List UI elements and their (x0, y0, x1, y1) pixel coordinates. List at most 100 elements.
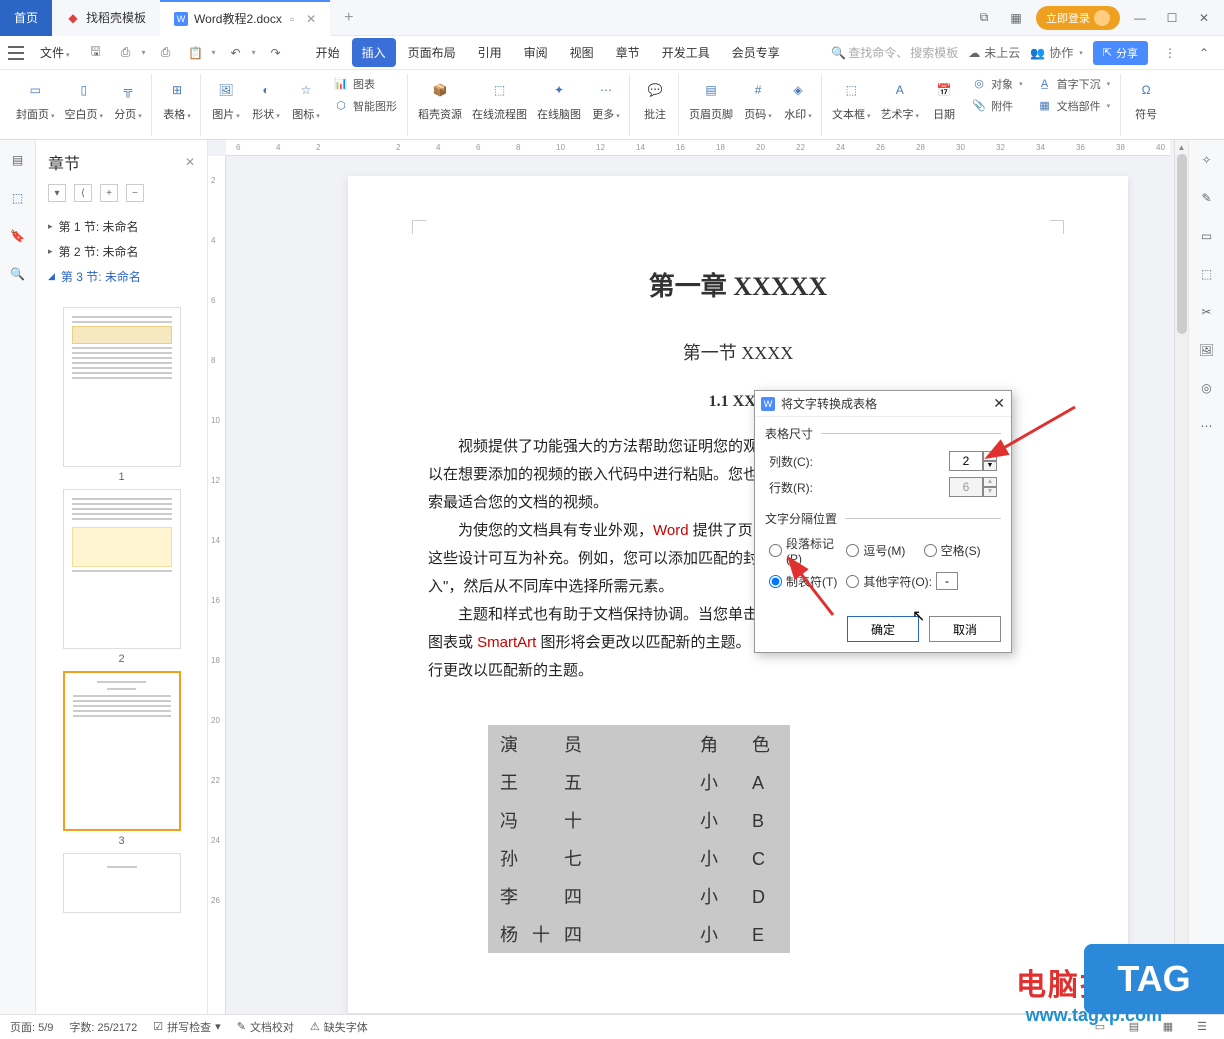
mindmap-button[interactable]: ✦在线脑图 (535, 74, 583, 124)
page-break-button[interactable]: ╦分页▾ (111, 74, 145, 124)
ribbon-tab-view[interactable]: 视图 (560, 38, 604, 67)
share-button[interactable]: ⇱ 分享 (1093, 41, 1148, 65)
ribbon-tab-member[interactable]: 会员专享 (722, 38, 790, 67)
cloud-status[interactable]: ☁ 未上云 (968, 44, 1020, 61)
other-char-input[interactable] (936, 572, 958, 590)
thumb-4[interactable] (63, 853, 181, 913)
view-mode-outline-icon[interactable]: ☰ (1190, 1015, 1214, 1039)
ribbon-tab-insert[interactable]: 插入 (352, 38, 396, 67)
textbox-button[interactable]: ⬚文本框▾ (830, 74, 873, 124)
right-rail-select2-icon[interactable]: ⬚ (1195, 262, 1219, 286)
dropcap-button[interactable]: A̲首字下沉▾ (1033, 74, 1115, 94)
status-words[interactable]: 字数: 25/2172 (69, 1019, 137, 1035)
bookmark-icon[interactable]: 🔖 (6, 224, 30, 248)
sidebar-close-icon[interactable]: ✕ (185, 155, 195, 169)
symbol-button[interactable]: Ω符号 (1129, 74, 1163, 124)
scroll-up-icon[interactable]: ▲ (1175, 140, 1188, 154)
picture-button[interactable]: 🖼图片▾ (209, 74, 243, 124)
tab-close-icon[interactable]: ✕ (306, 12, 316, 26)
prev-section-icon[interactable]: ⟨ (74, 184, 92, 202)
columns-spinner[interactable]: ▲▼ (949, 451, 997, 471)
scroll-thumb[interactable] (1177, 154, 1187, 334)
parts-button[interactable]: ▦文档部件▾ (1033, 96, 1115, 116)
menu-file[interactable]: 文件▾ (34, 44, 76, 61)
tab-template[interactable]: ◆ 找稻壳模板 (52, 0, 160, 36)
tab-home[interactable]: 首页 (0, 0, 52, 36)
print-icon[interactable]: ⎙ (156, 43, 176, 63)
thumbnail-icon[interactable]: ⬚ (6, 186, 30, 210)
page-number-button[interactable]: #页码▾ (741, 74, 775, 124)
remove-section-icon[interactable]: − (126, 184, 144, 202)
shape-button[interactable]: ◐形状▾ (249, 74, 283, 124)
spin-down-icon[interactable]: ▼ (983, 461, 997, 471)
date-button[interactable]: 📅日期 (927, 74, 961, 124)
right-rail-select-icon[interactable]: ▭ (1195, 224, 1219, 248)
redo-icon[interactable]: ↷ (266, 43, 286, 63)
spin-up-icon[interactable]: ▲ (983, 451, 997, 461)
status-spell[interactable]: ☑ 拼写检查 ▾ (153, 1019, 220, 1035)
more-button[interactable]: ⋯更多▾ (589, 74, 623, 124)
ribbon-tab-review[interactable]: 审阅 (514, 38, 558, 67)
tab-document[interactable]: W Word教程2.docx ▫ ✕ (160, 0, 330, 36)
ribbon-tab-section[interactable]: 章节 (606, 38, 650, 67)
login-button[interactable]: 立即登录 (1036, 6, 1120, 30)
chart-button[interactable]: 📊图表 (329, 74, 401, 94)
minimize-icon[interactable]: — (1128, 6, 1152, 30)
tab-expand-icon[interactable]: ▫ (290, 12, 294, 26)
right-rail-more-icon[interactable]: ⋯ (1195, 414, 1219, 438)
radio-other[interactable]: 其他字符(O): (846, 572, 997, 590)
section-item-3[interactable]: ◢第 3 节: 未命名 (36, 264, 207, 289)
flowchart-button[interactable]: ⬚在线流程图 (470, 74, 529, 124)
smartart-button[interactable]: ⬡智能图形 (329, 96, 401, 116)
menu-more-icon[interactable]: ⋮ (1158, 41, 1182, 65)
section-item-1[interactable]: ▸第 1 节: 未命名 (36, 214, 207, 239)
tab-add-button[interactable]: + (330, 9, 367, 27)
thumb-1[interactable] (63, 307, 181, 467)
wordart-button[interactable]: A艺术字▾ (879, 74, 922, 124)
ribbon-tab-layout[interactable]: 页面布局 (398, 38, 466, 67)
object-button[interactable]: ◎对象▾ (967, 74, 1027, 94)
status-page[interactable]: 页面: 5/9 (10, 1019, 53, 1035)
hamburger-icon[interactable] (8, 46, 24, 60)
right-rail-style-icon[interactable]: ✎ (1195, 186, 1219, 210)
header-footer-button[interactable]: ▤页眉页脚 (687, 74, 735, 124)
icon-button[interactable]: ☆图标▾ (289, 74, 323, 124)
dialog-titlebar[interactable]: W 将文字转换成表格 ✕ (755, 391, 1011, 417)
radio-space[interactable]: 空格(S) (924, 535, 997, 566)
attachment-button[interactable]: 📎附件 (967, 96, 1027, 116)
watermark-button[interactable]: ◈水印▾ (781, 74, 815, 124)
apps-grid-icon[interactable]: ▦ (1004, 6, 1028, 30)
radio-comma[interactable]: 逗号(M) (846, 535, 919, 566)
selected-text-table[interactable]: 演 员角 色王 五小 A冯 十小 B孙 七小 C李 四小 D杨十四小 E (488, 725, 790, 953)
ribbon-tab-start[interactable]: 开始 (306, 38, 350, 67)
right-rail-clip-icon[interactable]: 🖼 (1195, 338, 1219, 362)
ruler-horizontal[interactable]: 642246810121416182022242628303234363840 (226, 140, 1170, 156)
table-button[interactable]: ⊞表格▾ (160, 74, 194, 124)
dialog-close-icon[interactable]: ✕ (993, 395, 1005, 412)
ruler-vertical[interactable]: 2468101214161820222426 (208, 156, 226, 1014)
resources-button[interactable]: 📦稻壳资源 (416, 74, 464, 124)
paste-icon[interactable]: 📋 (186, 43, 206, 63)
outline-icon[interactable]: ▤ (6, 148, 30, 172)
blank-page-button[interactable]: ▯空白页▾ (63, 74, 106, 124)
ribbon-tab-reference[interactable]: 引用 (468, 38, 512, 67)
search-box[interactable]: 🔍 查找命令、搜索模板 (831, 44, 958, 61)
window-mode-icon[interactable]: ⧉ (972, 6, 996, 30)
maximize-icon[interactable]: ☐ (1160, 6, 1184, 30)
thumb-3[interactable] (63, 671, 181, 831)
search-rail-icon[interactable]: 🔍 (6, 262, 30, 286)
print-preview-icon[interactable]: ⎙ (116, 43, 136, 63)
cancel-button[interactable]: 取消 (929, 616, 1001, 642)
close-window-icon[interactable]: ✕ (1192, 6, 1216, 30)
ribbon-tab-dev[interactable]: 开发工具 (652, 38, 720, 67)
section-item-2[interactable]: ▸第 2 节: 未命名 (36, 239, 207, 264)
thumb-2[interactable] (63, 489, 181, 649)
radio-tab[interactable]: 制表符(T) (769, 572, 842, 590)
right-rail-limit-icon[interactable]: ✂ (1195, 300, 1219, 324)
collapse-ribbon-icon[interactable]: ⌃ (1192, 41, 1216, 65)
add-section-icon[interactable]: + (100, 184, 118, 202)
right-rail-new-icon[interactable]: ✧ (1195, 148, 1219, 172)
cover-page-button[interactable]: ▭封面页▾ (14, 74, 57, 124)
status-font[interactable]: ⚠ 缺失字体 (310, 1019, 368, 1035)
collapse-all-icon[interactable]: ▾ (48, 184, 66, 202)
